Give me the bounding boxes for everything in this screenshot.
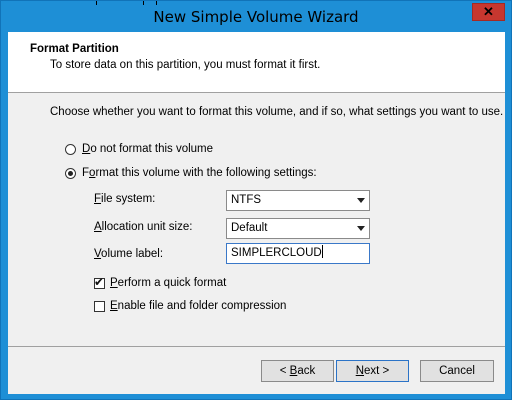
volume-label-input[interactable]: SIMPLERCLOUD — [226, 243, 370, 264]
file-system-label: File system: — [94, 193, 156, 205]
footer-divider — [8, 346, 505, 347]
back-button[interactable]: < Back — [261, 360, 334, 382]
title-bar-fragment — [96, 1, 166, 5]
instruction-text: Choose whether you want to format this v… — [50, 106, 504, 118]
wizard-header: Format Partition To store data on this p… — [8, 32, 505, 93]
next-button[interactable]: Next > — [336, 360, 409, 382]
compression-checkbox-row[interactable]: Enable file and folder compression — [94, 299, 286, 313]
window-title: New Simple Volume Wizard — [153, 8, 359, 26]
close-button[interactable]: ✕ — [472, 3, 505, 21]
compression-label: Enable file and folder compression — [110, 300, 287, 312]
radio-do-not-format[interactable]: Do not format this volume — [65, 141, 213, 157]
volume-label-value: SIMPLERCLOUD — [231, 247, 322, 259]
allocation-unit-label: Allocation unit size: — [94, 221, 193, 233]
allocation-unit-value: Default — [231, 222, 268, 234]
text-caret — [321, 245, 323, 258]
file-system-dropdown[interactable]: NTFS — [226, 190, 370, 211]
radio-button-icon[interactable] — [65, 143, 76, 155]
allocation-unit-dropdown[interactable]: Default — [226, 218, 370, 239]
wizard-window: New Simple Volume Wizard ✕ Format Partit… — [0, 0, 512, 400]
page-title: Format Partition — [30, 43, 119, 55]
chevron-down-icon[interactable] — [357, 198, 365, 203]
quick-format-label: Perform a quick format — [110, 277, 227, 289]
quick-format-checkbox-row[interactable]: ✔ Perform a quick format — [94, 276, 226, 290]
wizard-client-area: Format Partition To store data on this p… — [8, 32, 505, 394]
radio-format-volume[interactable]: Format this volume with the following se… — [65, 165, 317, 181]
radio-format-volume-label: Format this volume with the following se… — [82, 167, 317, 179]
title-bar[interactable]: New Simple Volume Wizard ✕ — [1, 1, 511, 32]
close-icon: ✕ — [483, 4, 494, 19]
checkmark-icon: ✔ — [94, 274, 105, 289]
volume-label-label: Volume label: — [94, 248, 164, 260]
compression-checkbox[interactable] — [94, 300, 105, 312]
radio-do-not-format-label: Do not format this volume — [82, 143, 214, 155]
radio-button-selected-icon[interactable] — [65, 167, 76, 179]
cancel-button[interactable]: Cancel — [420, 360, 494, 382]
quick-format-checkbox[interactable]: ✔ — [94, 274, 105, 289]
file-system-value: NTFS — [231, 194, 262, 206]
page-subtitle: To store data on this partition, you mus… — [50, 59, 321, 71]
chevron-down-icon[interactable] — [357, 226, 365, 231]
